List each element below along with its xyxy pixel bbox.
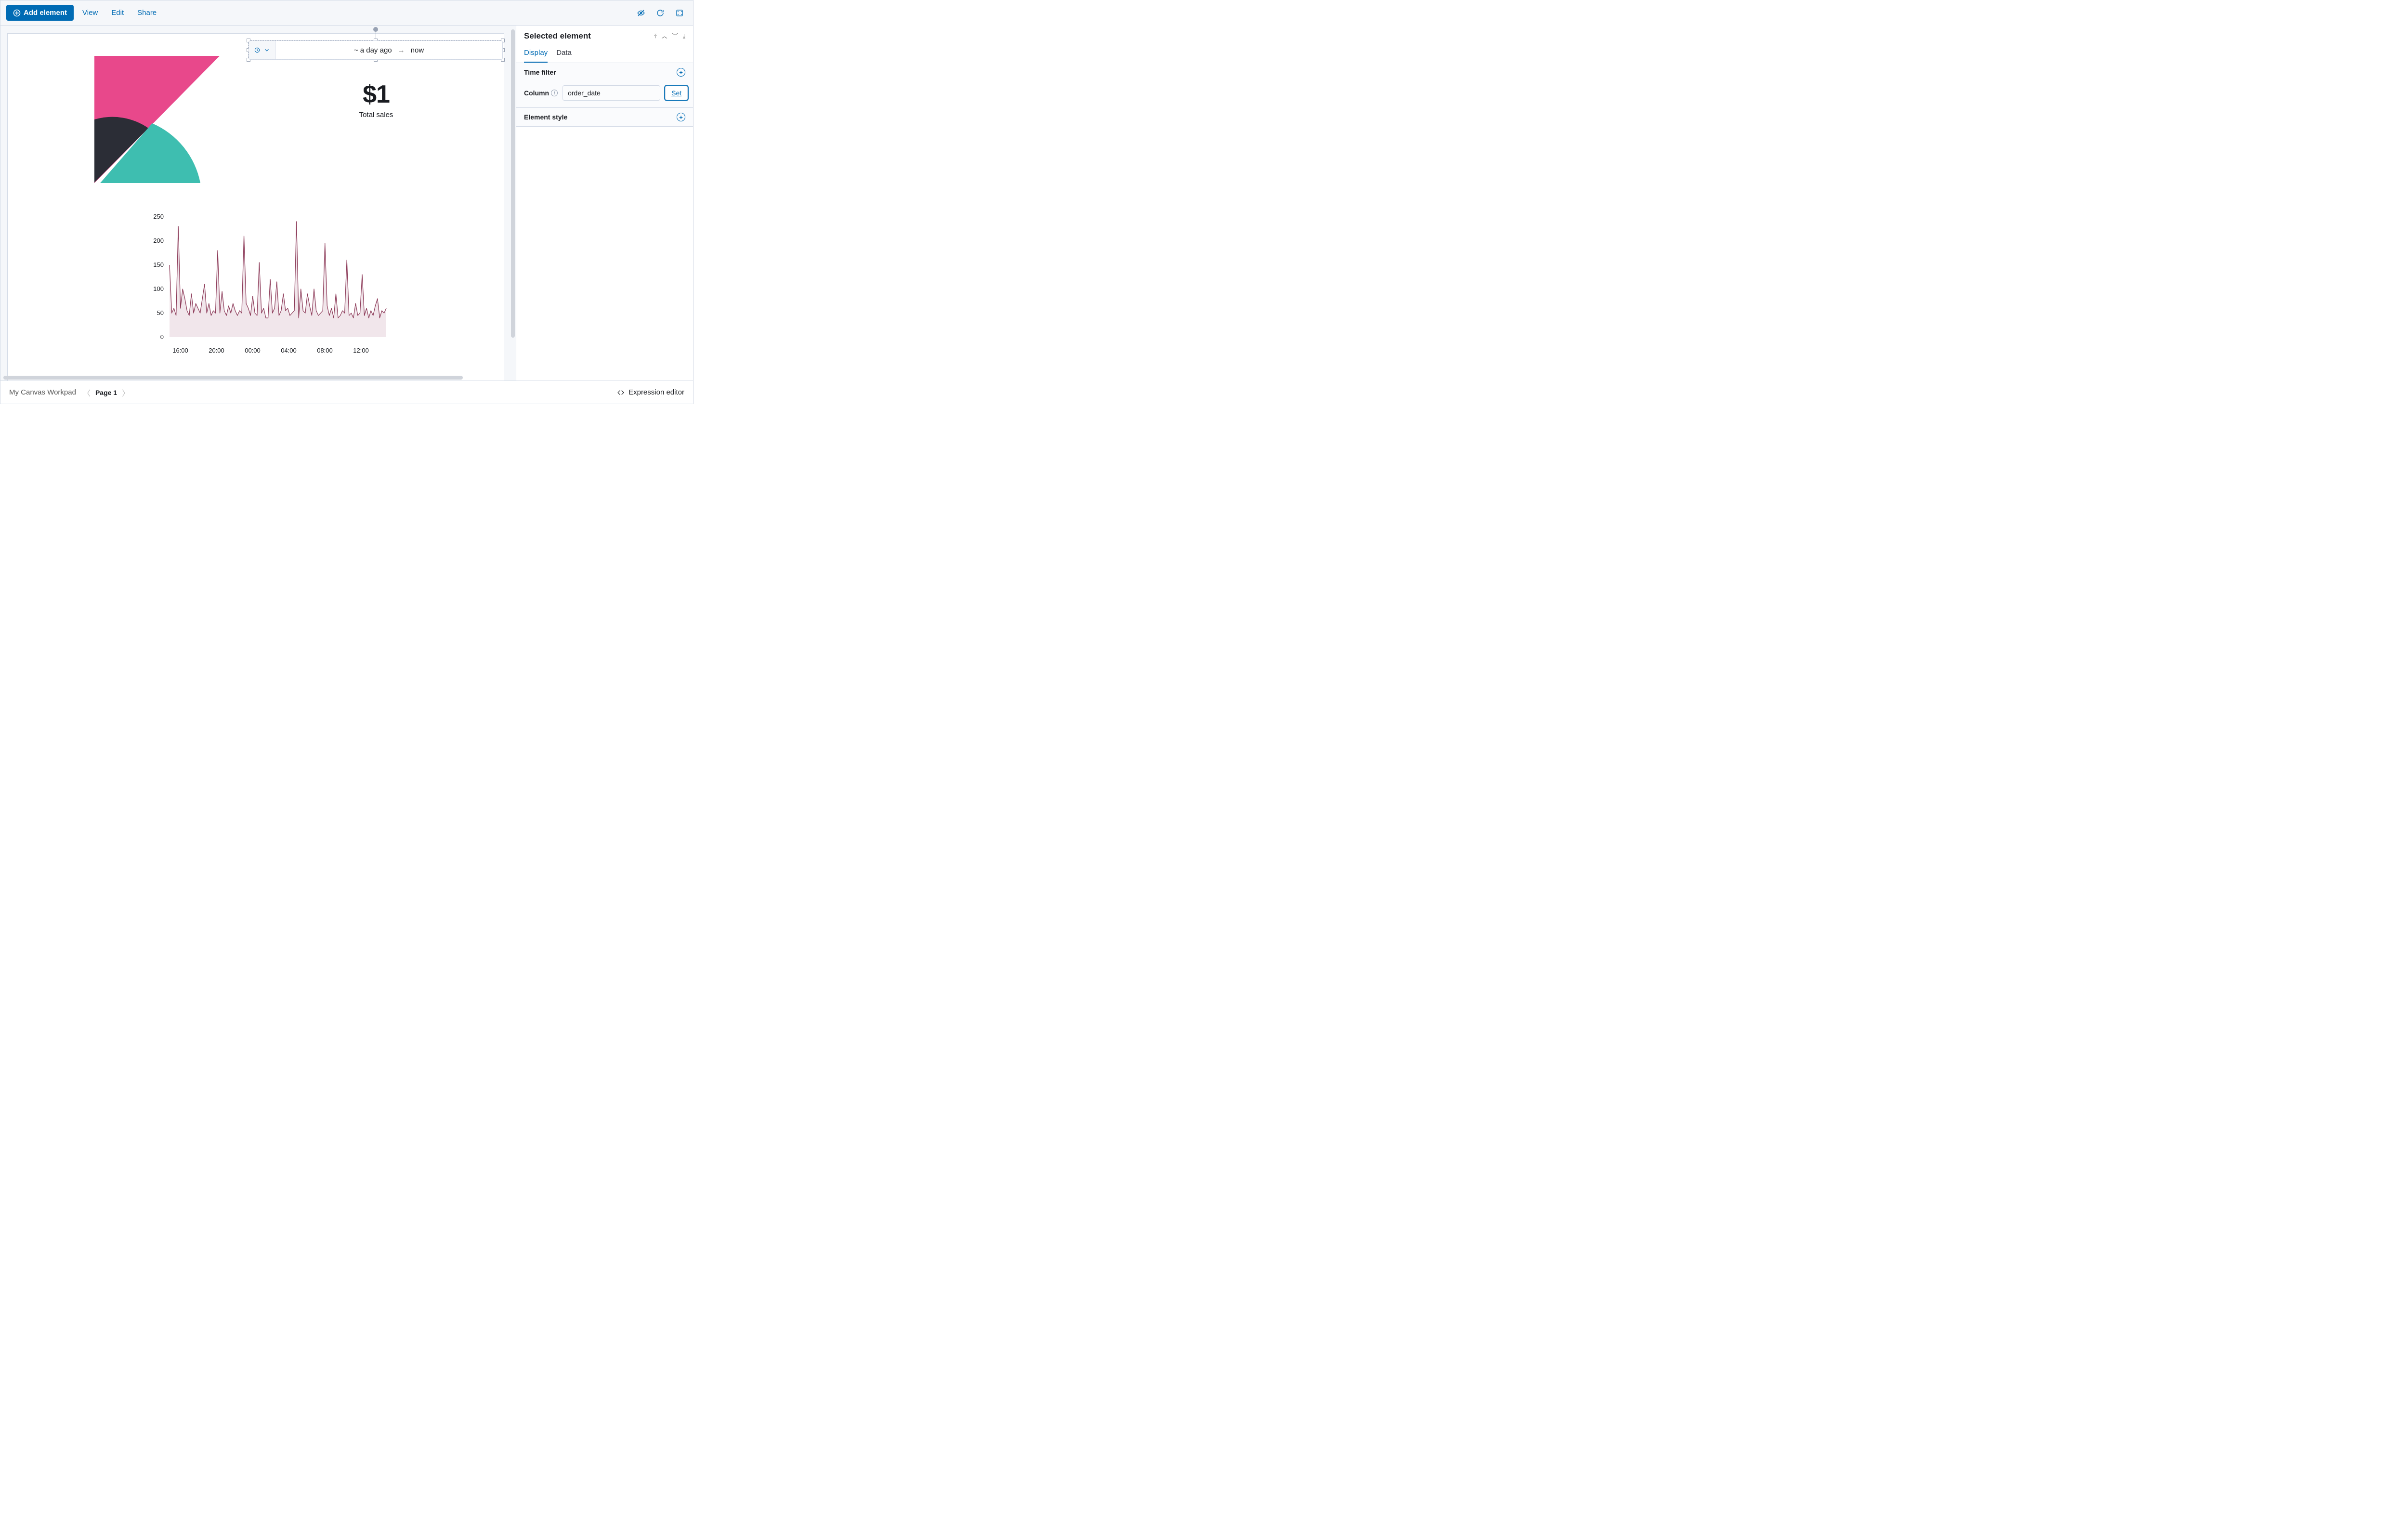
refresh-icon[interactable] <box>653 5 668 21</box>
canvas-page[interactable]: ~ a day ago → now $1 Total sales 0 50 <box>7 33 504 381</box>
horizontal-scrollbar[interactable] <box>3 376 463 380</box>
set-button[interactable]: Set <box>665 86 688 100</box>
timefilter-range[interactable]: ~ a day ago → now <box>275 46 502 54</box>
tab-data[interactable]: Data <box>556 45 572 63</box>
svg-text:200: 200 <box>153 237 164 244</box>
element-style-section-title: Element style <box>524 113 567 121</box>
next-page-button[interactable]: 〉 <box>122 387 130 398</box>
svg-text:16:00: 16:00 <box>172 347 188 354</box>
column-input[interactable] <box>563 85 660 101</box>
plus-circle-icon <box>13 9 21 17</box>
metric-element[interactable]: $1 Total sales <box>326 80 427 119</box>
time-filter-section-title: Time filter <box>524 68 556 76</box>
workpad-name[interactable]: My Canvas Workpad <box>9 388 76 396</box>
share-link[interactable]: Share <box>132 6 161 20</box>
section-time-filter: Time filter + Column i Set ✕ <box>516 63 693 108</box>
sidepanel-title: Selected element <box>524 31 650 41</box>
timefilter-element[interactable]: ~ a day ago → now <box>249 40 503 60</box>
view-link[interactable]: View <box>78 6 103 20</box>
svg-text:100: 100 <box>153 285 164 292</box>
svg-text:50: 50 <box>157 309 164 316</box>
hide-edit-controls-icon[interactable] <box>633 5 649 21</box>
current-page-label[interactable]: Page 1 <box>95 389 117 396</box>
prev-page-button[interactable]: 〈 <box>83 387 91 398</box>
kibana-logo <box>94 56 220 183</box>
info-icon[interactable]: i <box>551 90 558 96</box>
svg-text:08:00: 08:00 <box>317 347 333 354</box>
fullscreen-icon[interactable] <box>672 5 687 21</box>
side-panel: Selected element ⤒ ︿ ﹀ ⤓ Display Data Ti… <box>516 26 693 381</box>
sidepanel-tabs: Display Data <box>516 45 693 63</box>
code-icon <box>617 389 625 396</box>
svg-text:04:00: 04:00 <box>281 347 297 354</box>
svg-text:250: 250 <box>153 213 164 220</box>
metric-value: $1 <box>326 80 427 109</box>
arrow-right-icon: → <box>398 46 405 54</box>
add-element-button[interactable]: Add element <box>6 5 74 21</box>
chart-element[interactable]: 0 50 100 150 200 250 16:00 20:00 00:00 04:00 08:00… <box>141 212 391 361</box>
svg-text:150: 150 <box>153 261 164 268</box>
tab-display[interactable]: Display <box>524 45 548 63</box>
send-to-back-icon[interactable]: ⤓ <box>683 33 685 39</box>
footer: My Canvas Workpad 〈 Page 1 〉 Expression … <box>0 381 693 404</box>
timefilter-quickselect-button[interactable] <box>249 41 275 59</box>
vertical-scrollbar[interactable] <box>511 29 515 338</box>
bring-forward-icon[interactable]: ︿ <box>662 33 667 39</box>
svg-text:12:00: 12:00 <box>353 347 369 354</box>
canvas-area[interactable]: ~ a day ago → now $1 Total sales 0 50 <box>0 26 516 381</box>
chevron-down-icon <box>263 47 270 53</box>
timefilter-to: now <box>411 46 424 54</box>
edit-link[interactable]: Edit <box>106 6 129 20</box>
add-element-style-icon[interactable]: + <box>677 113 685 121</box>
clock-icon <box>254 47 261 53</box>
metric-label: Total sales <box>326 111 427 119</box>
expression-editor-button[interactable]: Expression editor <box>617 388 684 396</box>
svg-text:20:00: 20:00 <box>209 347 224 354</box>
timefilter-from: ~ a day ago <box>354 46 392 54</box>
toolbar: Add element View Edit Share <box>0 0 693 26</box>
page-pager: 〈 Page 1 〉 <box>83 387 130 398</box>
add-element-label: Add element <box>24 9 67 17</box>
rotate-handle[interactable] <box>373 27 378 32</box>
section-element-style: Element style + <box>516 108 693 127</box>
column-label: Column i <box>524 89 558 97</box>
svg-text:0: 0 <box>160 333 164 341</box>
send-backward-icon[interactable]: ﹀ <box>672 33 678 39</box>
add-time-filter-icon[interactable]: + <box>677 68 685 77</box>
svg-text:00:00: 00:00 <box>245 347 261 354</box>
bring-to-front-icon[interactable]: ⤒ <box>654 33 656 39</box>
